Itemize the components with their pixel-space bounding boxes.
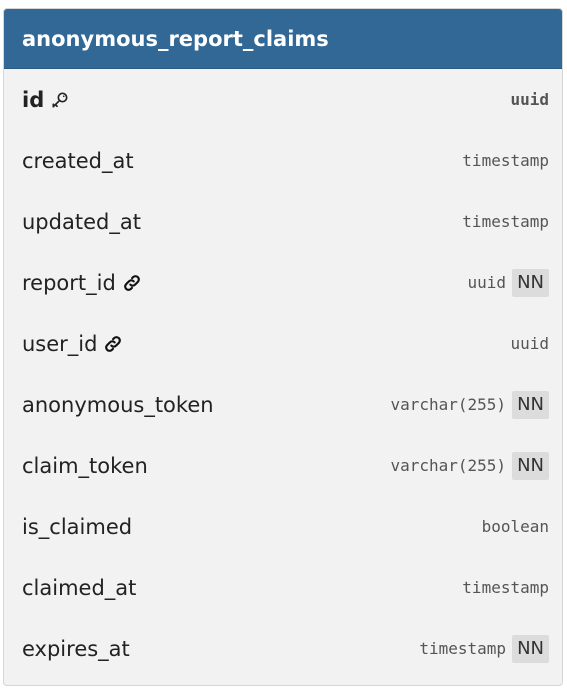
column-name: expires_at	[22, 636, 130, 661]
column-name-wrap: is_claimed	[22, 515, 132, 539]
column-name-wrap: user_id	[22, 332, 123, 356]
column-list: id uuid created_at timestamp updated_at times…	[4, 69, 562, 679]
column-type-wrap: uuid	[510, 90, 549, 109]
link-icon	[122, 273, 142, 293]
column-type: timestamp	[419, 639, 507, 658]
column-type-wrap: timestamp	[462, 578, 549, 597]
column-type: varchar(255)	[390, 395, 507, 414]
column-type: timestamp	[462, 151, 549, 170]
column-name-wrap: report_id	[22, 271, 142, 295]
column-name-wrap: expires_at	[22, 637, 130, 661]
column-name-wrap: created_at	[22, 149, 134, 173]
column-name: updated_at	[22, 209, 141, 234]
not-null-badge: NN	[512, 268, 549, 297]
not-null-badge: NN	[512, 634, 549, 663]
column-row: is_claimed boolean	[4, 496, 562, 557]
not-null-badge: NN	[512, 451, 549, 480]
column-type: boolean	[481, 517, 549, 536]
column-name-wrap: claimed_at	[22, 576, 136, 600]
column-name: user_id	[22, 331, 98, 356]
column-name-wrap: anonymous_token	[22, 393, 214, 417]
column-name: is_claimed	[22, 514, 133, 539]
table-title: anonymous_report_claims	[4, 9, 562, 69]
column-row: anonymous_token varchar(255) NN	[4, 374, 562, 435]
column-name-wrap: updated_at	[22, 210, 141, 234]
column-name: created_at	[22, 148, 134, 173]
column-type-wrap: uuid NN	[467, 268, 549, 297]
column-name: anonymous_token	[22, 392, 214, 417]
column-name: claimed_at	[22, 575, 137, 600]
column-row: updated_at timestamp	[4, 191, 562, 252]
column-type-wrap: boolean	[482, 517, 549, 536]
column-type-wrap: timestamp NN	[419, 634, 549, 663]
column-name-wrap: claim_token	[22, 454, 148, 478]
column-row: user_id uuid	[4, 313, 562, 374]
column-type-wrap: timestamp	[462, 212, 549, 231]
column-type-wrap: uuid	[510, 334, 549, 353]
column-type: uuid	[510, 90, 549, 109]
column-type: varchar(255)	[390, 456, 507, 475]
column-row: report_id uuid NN	[4, 252, 562, 313]
column-row: created_at timestamp	[4, 130, 562, 191]
column-type: timestamp	[462, 212, 549, 231]
column-type-wrap: varchar(255) NN	[390, 451, 549, 480]
column-name-wrap: id	[22, 88, 70, 112]
column-name: claim_token	[22, 453, 148, 478]
column-row: claim_token varchar(255) NN	[4, 435, 562, 496]
column-type: uuid	[510, 334, 549, 353]
table-card: anonymous_report_claims id uuid created_at…	[3, 8, 563, 686]
link-icon	[103, 334, 123, 354]
column-type-wrap: varchar(255) NN	[390, 390, 549, 419]
column-row: claimed_at timestamp	[4, 557, 562, 618]
not-null-badge: NN	[512, 390, 549, 419]
column-name: report_id	[22, 270, 116, 295]
column-name: id	[22, 87, 45, 112]
column-type: uuid	[467, 273, 507, 292]
column-type: timestamp	[462, 578, 549, 597]
column-row: id uuid	[4, 69, 562, 130]
column-type-wrap: timestamp	[462, 151, 549, 170]
column-row: expires_at timestamp NN	[4, 618, 562, 679]
key-icon	[50, 90, 70, 110]
